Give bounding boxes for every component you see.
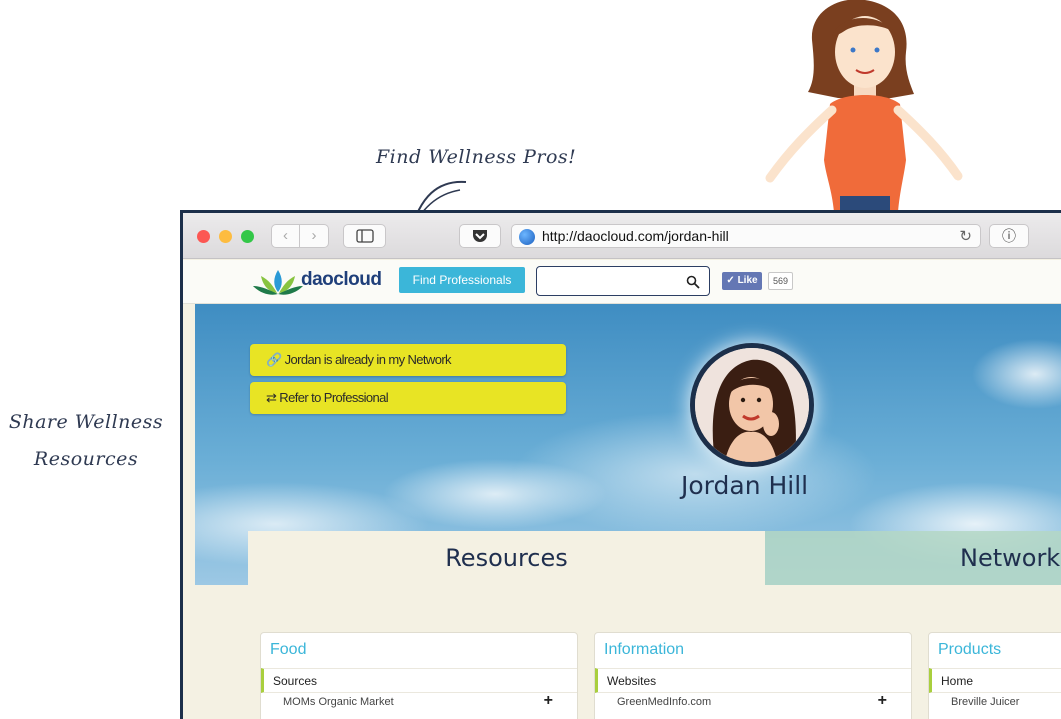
annotation-find-pros: Find Wellness Pros! (376, 146, 577, 168)
resources-panel: Food Sources MOMs Organic Market + Infor… (183, 585, 1061, 719)
card-title: Information (604, 641, 685, 658)
reload-icon[interactable]: ↻ (959, 227, 972, 245)
tab-resources-label: Resources (445, 544, 568, 572)
resource-card-information: Information Websites GreenMedInfo.com + (594, 632, 912, 719)
tab-network[interactable]: Network (765, 531, 1061, 586)
pocket-button[interactable] (459, 224, 501, 248)
annotation-line-1: Share Wellness (8, 411, 164, 433)
add-icon[interactable]: + (878, 692, 887, 710)
screenshot-canvas: Find Wellness Pros! Share Wellness Resou… (0, 0, 1061, 719)
url-text: http://daocloud.com/jordan-hill (542, 228, 729, 244)
refer-button[interactable]: ⇄ Refer to Professional (250, 382, 566, 414)
card-title: Food (270, 641, 307, 658)
minimize-window-button[interactable] (219, 230, 232, 243)
sidebar-icon (355, 229, 374, 243)
facebook-like-button[interactable]: ✓ Like (722, 272, 762, 290)
resource-card-products: Products Home Breville Juicer (928, 632, 1061, 719)
card-subheading[interactable]: Home (929, 668, 1061, 693)
resource-card-food: Food Sources MOMs Organic Market + (260, 632, 578, 719)
zoom-window-button[interactable] (241, 230, 254, 243)
in-network-button[interactable]: 🔗 Jordan is already in my Network (250, 344, 566, 376)
address-bar[interactable]: http://daocloud.com/jordan-hill ↻ (511, 224, 981, 248)
annotation-share-resources: Share Wellness Resources (6, 404, 166, 478)
card-subheading[interactable]: Websites (595, 668, 911, 693)
find-professionals-button[interactable]: Find Professionals (399, 267, 525, 293)
tab-resources[interactable]: Resources (248, 531, 765, 588)
back-button[interactable]: ‹ (271, 224, 300, 248)
link-icon: 🔗 (266, 352, 282, 367)
tab-network-label: Network (960, 544, 1061, 572)
profile-name: Jordan Hill (681, 471, 809, 500)
pocket-icon (473, 230, 487, 242)
annotation-line-2: Resources (33, 448, 139, 470)
cartoon-woman-illustration (765, 0, 963, 212)
browser-toolbar: ‹ › http://daocloud.com/jordan-hill ↻ ⓘ (183, 213, 1061, 259)
search-icon[interactable] (686, 275, 700, 289)
like-count: 569 (768, 272, 794, 290)
site-header: daocloud Find Professionals ✓ Like 569 (183, 260, 1061, 304)
add-icon[interactable]: + (544, 692, 553, 710)
lotus-logo-icon (253, 270, 303, 295)
list-item[interactable]: GreenMedInfo.com (617, 696, 711, 708)
forward-button[interactable]: › (300, 224, 329, 248)
avatar[interactable] (690, 343, 814, 467)
close-window-button[interactable] (197, 230, 210, 243)
search-input[interactable] (536, 266, 710, 296)
in-network-label: Jordan is already in my Network (284, 352, 452, 367)
logo-text[interactable]: daocloud (301, 269, 382, 291)
card-subheading[interactable]: Sources (261, 668, 577, 693)
globe-icon (519, 229, 535, 245)
list-item[interactable]: MOMs Organic Market (283, 696, 394, 708)
info-button[interactable]: ⓘ (989, 224, 1029, 248)
browser-window: ‹ › http://daocloud.com/jordan-hill ↻ ⓘ (180, 210, 1061, 719)
list-item[interactable]: Breville Juicer (951, 696, 1019, 708)
avatar-photo (695, 348, 809, 462)
exchange-icon: ⇄ (266, 390, 277, 405)
person-portrait-icon (695, 348, 809, 462)
refer-label: Refer to Professional (279, 390, 389, 405)
card-title: Products (938, 641, 1002, 658)
sidebar-toggle-button[interactable] (343, 224, 386, 248)
